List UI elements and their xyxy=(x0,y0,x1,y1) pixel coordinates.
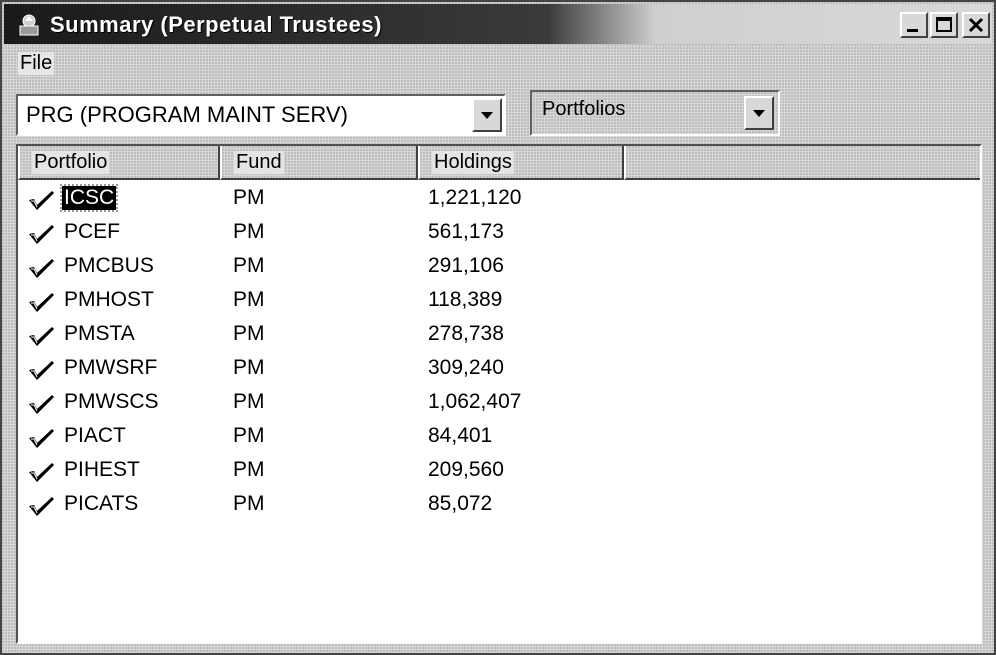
cell-fund: PM xyxy=(233,186,265,209)
table-row[interactable]: PIHEST PM 209,560 xyxy=(18,454,958,488)
checkmark-icon xyxy=(29,293,54,312)
column-header-label: Holdings xyxy=(432,151,514,174)
checkmark-icon xyxy=(29,497,54,516)
minimize-button[interactable] xyxy=(900,12,928,38)
cell-holdings: 209,560 xyxy=(428,458,504,481)
checkmark-icon xyxy=(29,361,54,380)
cell-holdings: 84,401 xyxy=(428,424,493,447)
checkmark-icon xyxy=(29,225,54,244)
cell-portfolio: PMCBUS xyxy=(64,254,154,277)
cell-holdings: 278,738 xyxy=(428,322,504,345)
app-icon xyxy=(19,14,39,36)
checkmark-icon xyxy=(29,327,54,346)
cell-portfolio: PICATS xyxy=(64,492,139,515)
table-row[interactable]: PMHOST PM 118,389 xyxy=(18,284,958,318)
program-dropdown-value: PRG (PROGRAM MAINT SERV) xyxy=(26,102,348,127)
maximize-button[interactable] xyxy=(930,12,958,38)
column-header-holdings[interactable]: Holdings xyxy=(418,146,624,180)
program-dropdown[interactable]: PRG (PROGRAM MAINT SERV) xyxy=(16,94,506,136)
cell-portfolio: PMHOST xyxy=(64,288,154,311)
cell-holdings: 1,221,120 xyxy=(428,186,522,209)
cell-portfolio: ICSC xyxy=(59,184,119,212)
cell-portfolio: PCEF xyxy=(64,220,121,243)
chevron-down-icon xyxy=(753,110,765,117)
view-dropdown-button[interactable] xyxy=(744,96,774,130)
checkmark-icon xyxy=(29,395,54,414)
cell-portfolio: PMSTA xyxy=(64,322,135,345)
checkmark-icon xyxy=(29,429,54,448)
table-row[interactable]: PMSTA PM 278,738 xyxy=(18,318,958,352)
checkmark-icon xyxy=(29,259,54,278)
cell-fund: PM xyxy=(233,356,265,379)
cell-holdings: 1,062,407 xyxy=(428,390,522,413)
menu-bar: File xyxy=(4,46,992,80)
column-header-label: Fund xyxy=(234,151,284,174)
minimize-icon xyxy=(907,29,918,32)
close-button[interactable] xyxy=(962,12,990,38)
view-dropdown-value: Portfolios xyxy=(542,98,626,120)
view-dropdown[interactable]: Portfolios xyxy=(530,90,780,136)
cell-fund: PM xyxy=(233,254,265,277)
cell-portfolio: PIACT xyxy=(64,424,126,447)
cell-portfolio: PMWSCS xyxy=(64,390,159,413)
cell-holdings: 561,173 xyxy=(428,220,504,243)
cell-fund: PM xyxy=(233,424,265,447)
cell-holdings: 291,106 xyxy=(428,254,504,277)
cell-portfolio: PIHEST xyxy=(64,458,140,481)
cell-fund: PM xyxy=(233,390,265,413)
table-row[interactable]: PCEF PM 561,173 xyxy=(18,216,958,250)
table-row[interactable]: ICSC PM 1,221,120 xyxy=(18,182,958,216)
menu-file[interactable]: File xyxy=(18,52,55,75)
checkmark-icon xyxy=(29,463,54,482)
program-dropdown-button[interactable] xyxy=(472,98,502,132)
table-row[interactable]: PMWSCS PM 1,062,407 xyxy=(18,386,958,420)
column-header-label: Portfolio xyxy=(32,151,110,174)
cell-holdings: 85,072 xyxy=(428,492,493,515)
cell-holdings: 309,240 xyxy=(428,356,504,379)
maximize-icon xyxy=(936,17,952,32)
table-row[interactable]: PMWSRF PM 309,240 xyxy=(18,352,958,386)
chevron-down-icon xyxy=(481,112,493,119)
title-bar[interactable]: Summary (Perpetual Trustees) xyxy=(4,4,992,44)
cell-fund: PM xyxy=(233,492,265,515)
summary-window: Summary (Perpetual Trustees) File PRG (P… xyxy=(0,0,996,655)
table-row[interactable]: PICATS PM 85,072 xyxy=(18,488,958,522)
cell-fund: PM xyxy=(233,220,265,243)
column-header-empty[interactable] xyxy=(624,146,980,180)
cell-fund: PM xyxy=(233,458,265,481)
checkmark-icon xyxy=(29,191,54,210)
cell-portfolio: PMWSRF xyxy=(64,356,158,379)
table-row[interactable]: PMCBUS PM 291,106 xyxy=(18,250,958,284)
cell-holdings: 118,389 xyxy=(428,288,503,311)
window-title: Summary (Perpetual Trustees) xyxy=(50,12,382,37)
close-icon xyxy=(968,17,984,33)
cell-fund: PM xyxy=(233,288,265,311)
portfolio-list[interactable]: Portfolio Fund Holdings ICSC PM 1,221,120 P… xyxy=(16,144,982,644)
column-header-fund[interactable]: Fund xyxy=(220,146,418,180)
cell-fund: PM xyxy=(233,322,265,345)
column-header-portfolio[interactable]: Portfolio xyxy=(18,146,220,180)
table-row[interactable]: PIACT PM 84,401 xyxy=(18,420,958,454)
